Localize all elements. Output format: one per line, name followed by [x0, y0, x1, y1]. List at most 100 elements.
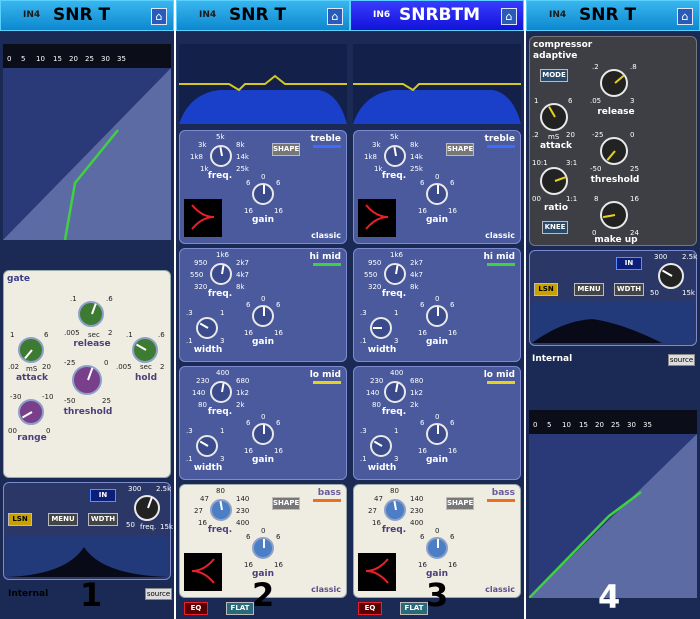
shape-button[interactable]: SHAPE — [446, 143, 474, 156]
tick: -25 — [592, 131, 604, 139]
listen-button[interactable]: LSN — [8, 513, 32, 526]
bass-gain-knob[interactable] — [426, 537, 448, 559]
gate-panel: gate .1 .6 .005 sec 2 release 1 6 .02 mS… — [3, 270, 171, 478]
tick: 0 — [435, 295, 440, 303]
eq-button[interactable]: EQ — [358, 602, 382, 615]
home-icon[interactable]: ⌂ — [501, 8, 517, 25]
menu-button[interactable]: MENU — [574, 283, 604, 296]
tick: 16 — [244, 207, 253, 215]
sidechain-freq-knob[interactable] — [658, 263, 684, 289]
width-button[interactable]: WDTH — [614, 283, 644, 296]
level-meter-scale: 0 5 10 15 20 25 30 35 — [529, 410, 697, 434]
freq-label: freq. — [207, 407, 233, 417]
in-button[interactable]: IN — [90, 489, 116, 502]
attack-knob[interactable] — [18, 337, 44, 363]
channel-header[interactable]: IN4 SNR T ⌂ — [0, 0, 174, 31]
source-button[interactable]: source — [145, 588, 172, 600]
tick: 3 — [220, 337, 225, 345]
release-knob[interactable] — [78, 301, 104, 327]
tick: 0 — [104, 359, 109, 367]
tick: 0 — [630, 131, 635, 139]
lomid-freq-knob[interactable] — [384, 381, 406, 403]
himid-freq-knob[interactable] — [210, 263, 232, 285]
tick: -10 — [42, 393, 54, 401]
attack-knob[interactable] — [540, 103, 568, 131]
tick: 550 — [364, 271, 378, 279]
menu-button[interactable]: MENU — [48, 513, 78, 526]
listen-button[interactable]: LSN — [534, 283, 558, 296]
home-icon[interactable]: ⌂ — [677, 8, 693, 25]
gate-title: gate — [7, 274, 30, 284]
lomid-width-knob[interactable] — [196, 435, 218, 457]
band-indicator — [313, 145, 341, 148]
tick: 15k — [682, 289, 695, 297]
tick: 550 — [190, 271, 204, 279]
bass-freq-knob[interactable] — [210, 499, 232, 521]
freq-label: freq. — [207, 289, 233, 299]
hold-knob[interactable] — [132, 337, 158, 363]
channel-header[interactable]: IN6 SNRBTM ⌂ — [350, 0, 524, 31]
bass-freq-knob[interactable] — [384, 499, 406, 521]
tick: 1k6 — [216, 251, 229, 259]
tick: sec — [88, 331, 100, 339]
himid-freq-knob[interactable] — [384, 263, 406, 285]
makeup-knob[interactable] — [600, 201, 628, 229]
threshold-knob[interactable] — [600, 137, 628, 165]
ratio-knob[interactable] — [540, 167, 568, 195]
tick: .3 — [186, 309, 193, 317]
band-title: lo mid — [309, 370, 341, 380]
tick: 16 — [418, 207, 427, 215]
compressor-subtitle: adaptive — [533, 51, 578, 61]
treble-gain-knob[interactable] — [426, 183, 448, 205]
shape-button[interactable]: SHAPE — [446, 497, 474, 510]
in-button[interactable]: IN — [616, 257, 642, 270]
shape-button[interactable]: SHAPE — [272, 497, 300, 510]
dynamics-curve-display — [529, 434, 697, 598]
channel-header[interactable]: IN4 SNR T ⌂ — [176, 0, 350, 31]
channel-header[interactable]: IN4 SNR T ⌂ — [526, 0, 700, 31]
tick: 00 — [532, 195, 541, 203]
himid-width-knob[interactable] — [370, 317, 392, 339]
mode-button[interactable]: MODE — [540, 69, 568, 82]
treble-freq-knob[interactable] — [384, 145, 406, 167]
flat-button[interactable]: FLAT — [226, 602, 254, 615]
tick: 0 — [261, 413, 266, 421]
shape-button[interactable]: SHAPE — [272, 143, 300, 156]
knee-button[interactable]: KNEE — [542, 221, 568, 234]
tick: -30 — [10, 393, 22, 401]
range-knob[interactable] — [18, 399, 44, 425]
threshold-knob[interactable] — [72, 365, 102, 395]
tick: 230 — [370, 377, 384, 385]
tick: .2 — [592, 63, 599, 71]
tick: 0 — [261, 173, 266, 181]
release-knob[interactable] — [600, 69, 628, 97]
tick: 300 — [128, 485, 142, 493]
himid-gain-knob[interactable] — [252, 305, 274, 327]
lomid-gain-knob[interactable] — [426, 423, 448, 445]
lomid-gain-knob[interactable] — [252, 423, 274, 445]
tick: 16 — [418, 447, 427, 455]
lomid-width-knob[interactable] — [370, 435, 392, 457]
lomid-freq-knob[interactable] — [210, 381, 232, 403]
width-label: width — [193, 463, 223, 473]
source-button[interactable]: source — [668, 354, 695, 366]
home-icon[interactable]: ⌂ — [327, 8, 343, 25]
compressor-curve — [529, 434, 697, 598]
channel-strip-4: IN4 SNR T ⌂ compressor adaptive MODE .2 … — [526, 0, 700, 619]
home-icon[interactable]: ⌂ — [151, 8, 167, 25]
sidechain-freq-knob[interactable] — [134, 495, 160, 521]
tick: 14k — [236, 153, 249, 161]
tick: .1 — [70, 295, 77, 303]
tick: 16 — [418, 329, 427, 337]
tick: .05 — [590, 97, 602, 105]
eq-button[interactable]: EQ — [184, 602, 208, 615]
tick: 400 — [390, 369, 404, 377]
bass-gain-knob[interactable] — [252, 537, 274, 559]
tick: 2.5k — [682, 253, 698, 261]
flat-button[interactable]: FLAT — [400, 602, 428, 615]
himid-width-knob[interactable] — [196, 317, 218, 339]
width-button[interactable]: WDTH — [88, 513, 118, 526]
treble-gain-knob[interactable] — [252, 183, 274, 205]
treble-freq-knob[interactable] — [210, 145, 232, 167]
himid-gain-knob[interactable] — [426, 305, 448, 327]
